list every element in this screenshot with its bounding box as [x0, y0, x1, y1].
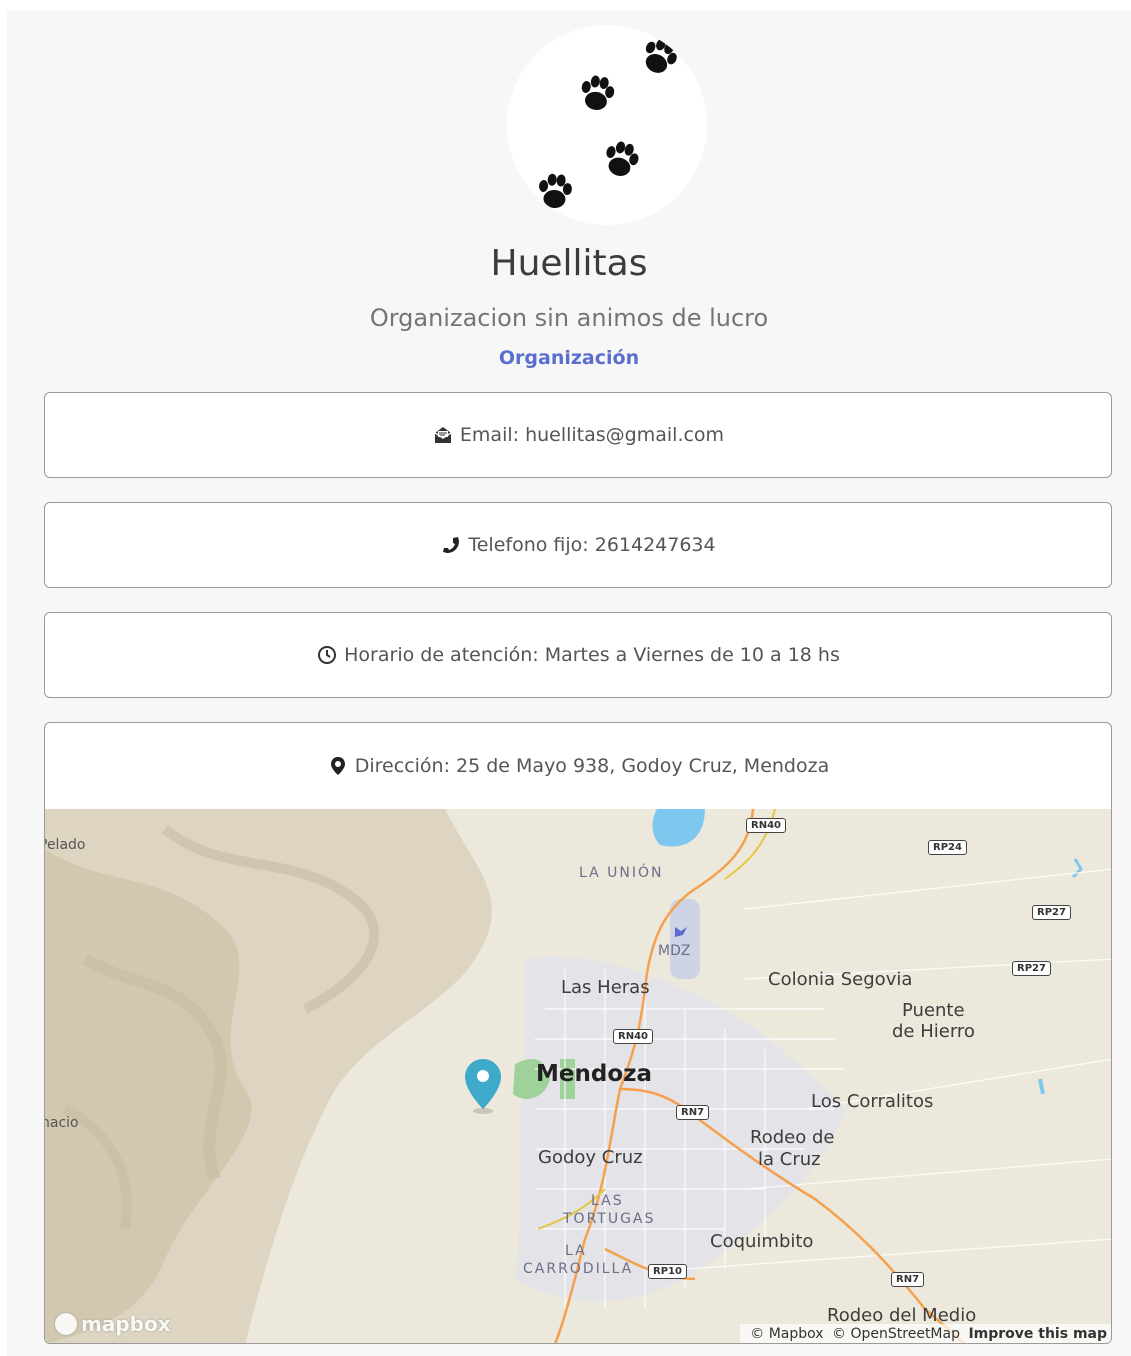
osm-attribution-link[interactable]: © OpenStreetMap — [832, 1326, 960, 1342]
avatar — [507, 25, 707, 225]
route-shield-rp27: RP27 — [1032, 905, 1071, 920]
map-label-puente: Puente — [902, 1000, 965, 1021]
route-shield-rn7: RN7 — [891, 1272, 925, 1287]
address-card: Dirección: 25 de Mayo 938, Godoy Cruz, M… — [44, 722, 1112, 1344]
mapbox-attribution-link[interactable]: © Mapbox — [750, 1326, 823, 1342]
map-label-de-hierro: de Hierro — [892, 1021, 975, 1042]
improve-map-link[interactable]: Improve this map — [968, 1326, 1107, 1342]
clock-icon — [316, 644, 338, 666]
map-label-las-heras: Las Heras — [561, 977, 650, 998]
organization-name: Huellitas — [490, 243, 648, 284]
mapbox-logo[interactable]: mapbox — [55, 1312, 171, 1336]
address-text: Dirección: 25 de Mayo 938, Godoy Cruz, M… — [354, 755, 830, 777]
map-label-los-corralitos: Los Corralitos — [811, 1091, 934, 1112]
envelope-open-icon — [432, 424, 454, 446]
map-label-coquimbito: Coquimbito — [710, 1231, 814, 1252]
hours-card: Horario de atención: Martes a Viernes de… — [44, 612, 1112, 698]
map-label-la-union: LA UNIÓN — [579, 865, 664, 881]
route-shield-rn7: RN7 — [676, 1105, 710, 1120]
map-label-mendoza: Mendoza — [536, 1061, 653, 1087]
map-attribution: © Mapbox © OpenStreetMap Improve this ma… — [740, 1324, 1111, 1343]
route-shield-rp27: RP27 — [1012, 961, 1051, 976]
map-label-mdz: MDZ — [658, 943, 691, 959]
map-label-nacio: nacio — [45, 1115, 79, 1131]
address-row: Dirección: 25 de Mayo 938, Godoy Cruz, M… — [45, 723, 1111, 809]
location-map[interactable]: Pelado nacio LA UNIÓN MDZ Las Heras Colo… — [45, 809, 1111, 1343]
route-shield-rp24: RP24 — [928, 840, 967, 855]
phone-icon — [440, 534, 462, 556]
route-shield-rn40: RN40 — [746, 818, 786, 833]
map-label-la-cruz: la Cruz — [758, 1149, 821, 1170]
phone-card: Telefono fijo: 2614247634 — [44, 502, 1112, 588]
map-label-carrodilla: CARRODILLA — [523, 1261, 634, 1277]
map-label-rodeo-de: Rodeo de — [750, 1127, 835, 1148]
organization-description: Organizacion sin animos de lucro — [369, 304, 769, 332]
map-label-godoy-cruz: Godoy Cruz — [538, 1147, 643, 1168]
hours-text: Horario de atención: Martes a Viernes de… — [344, 644, 840, 666]
mapbox-logo-icon — [55, 1313, 77, 1335]
route-shield-rp10: RP10 — [648, 1264, 687, 1279]
paw-prints-icon — [537, 33, 682, 210]
map-label-rodeo-del-medio: Rodeo del Medio — [827, 1305, 977, 1326]
map-label-la: LA — [565, 1243, 587, 1259]
location-pin-icon — [465, 1059, 501, 1109]
map-label-las: LAS — [591, 1193, 624, 1209]
email-text[interactable]: Email: huellitas@gmail.com — [460, 424, 724, 446]
organization-type-link[interactable]: Organización — [7, 347, 1131, 369]
organization-profile-page: Huellitas Organizacion sin animos de luc… — [7, 11, 1131, 1356]
map-label-tortugas: TORTUGAS — [563, 1211, 656, 1227]
email-card: Email: huellitas@gmail.com — [44, 392, 1112, 478]
map-label-pelado: Pelado — [45, 837, 86, 853]
map-marker-icon — [327, 755, 349, 777]
phone-text[interactable]: Telefono fijo: 2614247634 — [468, 534, 715, 556]
map-label-colonia-segovia: Colonia Segovia — [768, 969, 913, 990]
route-shield-rn40: RN40 — [613, 1029, 653, 1044]
